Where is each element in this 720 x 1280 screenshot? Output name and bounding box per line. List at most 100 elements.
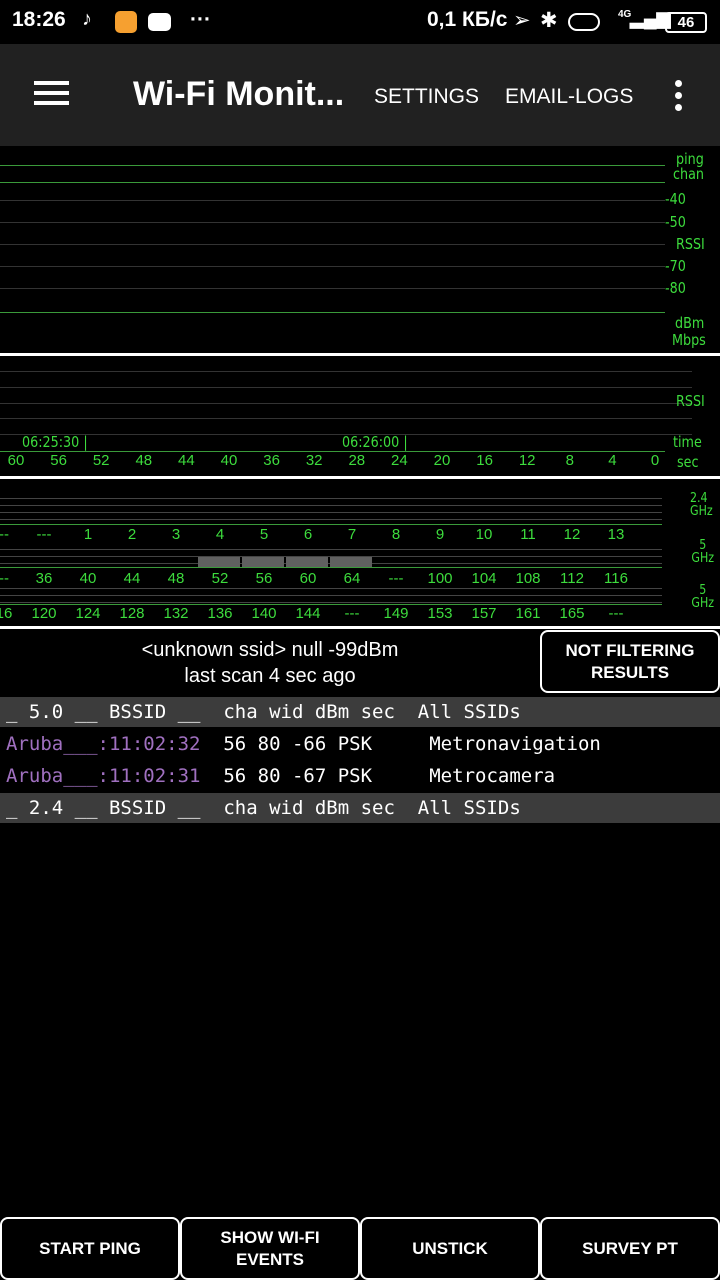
sec-tick: 24 (391, 452, 408, 469)
axis-label-m80: -80 (665, 279, 686, 297)
app-title: Wi-Fi Monit... (133, 75, 345, 113)
rssi-label: RSSI (676, 392, 705, 410)
table-header-5ghz[interactable]: _ 5.0 __ BSSID __ cha wid dBm sec All SS… (0, 697, 720, 727)
channel-label: 40 (79, 570, 97, 587)
band-label-5: 5 GHz (691, 583, 715, 611)
channel-label: --- (388, 570, 404, 587)
channel-label: 149 (383, 605, 409, 622)
dbm-label: dBm (675, 314, 705, 332)
channel-label: 10 (475, 526, 493, 543)
network-info: 56 80 -66 PSK Metronavigation (200, 733, 601, 755)
sec-tick: 20 (433, 452, 451, 469)
axis-label-m70: -70 (665, 257, 686, 275)
channel-label: 64 (343, 570, 361, 587)
mbps-label: Mbps (672, 331, 706, 349)
band-label-24: 2.4 GHz (690, 491, 713, 519)
sec-tick: 44 (178, 452, 195, 469)
channel-label: 36 (35, 570, 53, 587)
start-ping-button[interactable]: START PING (0, 1217, 180, 1280)
show-wifi-events-button[interactable]: SHOW WI-FI EVENTS (180, 1217, 360, 1280)
settings-button[interactable]: SETTINGS (374, 85, 479, 109)
channel-label: 116 (604, 570, 628, 587)
sec-tick: 60 (7, 452, 25, 469)
sec-tick: 0 (650, 452, 660, 469)
sec-tick: 52 (92, 452, 110, 469)
app-notification-icon (115, 11, 137, 33)
sec-tick: 4 (608, 452, 617, 469)
sec-tick: 56 (50, 452, 67, 469)
channel-label: 9 (435, 526, 445, 543)
location-icon: ➢ (513, 9, 531, 32)
youtube-icon (148, 13, 171, 31)
channel-label: 52 (211, 570, 229, 587)
channel-label: 104 (471, 570, 497, 587)
sec-tick: 36 (263, 452, 280, 469)
channel-label: 128 (119, 605, 145, 622)
channel-label: 144 (295, 605, 321, 622)
time-mark: 06:26:00 | (342, 433, 408, 451)
channel-label: --- (36, 526, 52, 543)
channel-label: 60 (299, 570, 317, 587)
table-row[interactable]: Aruba___:11:02:32 56 80 -66 PSK Metronav… (0, 729, 720, 759)
menu-icon[interactable] (30, 79, 74, 109)
channel-label: 6 (303, 526, 313, 543)
survey-pt-button[interactable]: SURVEY PT (540, 1217, 720, 1280)
last-scan-text: last scan 4 sec ago (184, 665, 356, 687)
email-logs-button[interactable]: EMAIL-LOGS (505, 85, 633, 109)
channel-label: 100 (427, 570, 453, 587)
channel-label: 108 (515, 570, 541, 587)
sec-tick: 40 (220, 452, 238, 469)
channel-label: 13 (607, 526, 625, 543)
more-notifications-icon: ··· (190, 8, 211, 31)
filter-button[interactable]: NOT FILTERING RESULTS (540, 630, 720, 693)
channel-label: --- (608, 605, 624, 622)
channel-label: 3 (171, 526, 181, 543)
channel-label: 48 (167, 570, 185, 587)
channel-label: 5 (259, 526, 269, 543)
rssi-label: RSSI (676, 235, 705, 253)
sec-tick: 12 (518, 452, 536, 469)
channel-label: 11 (520, 526, 536, 543)
channel-label: 44 (123, 570, 141, 587)
app-bar: Wi-Fi Monit... SETTINGS EMAIL-LOGS (0, 44, 720, 146)
channel-label: 56 (255, 570, 273, 587)
bluetooth-icon: ✱ (540, 9, 558, 32)
channel-label: -- (0, 526, 9, 543)
channel-occupancy-bar (330, 557, 372, 567)
sec-tick: 16 (476, 452, 493, 469)
bssid: Aruba___:11:02:32 (6, 733, 201, 755)
bssid: Aruba___:11:02:31 (6, 765, 201, 787)
time-mark: 06:25:30 | (22, 433, 88, 451)
channel-occupancy-bar (198, 557, 240, 567)
network-speed: 0,1 КБ/с (427, 8, 508, 31)
chan-label: chan (673, 165, 704, 183)
network-info: 56 80 -67 PSK Metrocamera (200, 765, 556, 787)
channel-label: 1 (83, 526, 93, 543)
channel-label: 8 (391, 526, 401, 543)
channel-label: 136 (207, 605, 233, 622)
sec-tick: 8 (565, 452, 574, 469)
ping-rssi-graph: ping chan -40 -50 RSSI -70 -80 dBm Mbps (0, 146, 720, 354)
table-header-24ghz[interactable]: _ 2.4 __ BSSID __ cha wid dBm sec All SS… (0, 793, 720, 823)
channel-label: 16 (0, 605, 13, 622)
unstick-button[interactable]: UNSTICK (360, 1217, 540, 1280)
divider (0, 626, 720, 629)
overflow-menu-icon[interactable] (670, 78, 690, 114)
channel-label: --- (344, 605, 360, 622)
time-label: time (673, 433, 702, 451)
channel-graph: 2.4 GHz 5 GHz 5 GHz -- --- 1 2 3 4 5 6 7 8 9 10 11 12… (0, 479, 720, 626)
channel-label: 140 (251, 605, 277, 622)
music-icon: ♪ (82, 8, 92, 30)
channel-label: 112 (560, 570, 584, 587)
battery-icon: 46 (665, 12, 707, 33)
channel-label: 4 (215, 526, 225, 543)
channel-label: 120 (31, 605, 57, 622)
toggle-icon (568, 13, 600, 31)
channel-occupancy-bar (286, 557, 328, 567)
channel-label: 153 (427, 605, 453, 622)
channel-label: 2 (127, 526, 137, 543)
channel-label: 157 (471, 605, 497, 622)
axis-label-m50: -50 (665, 213, 686, 231)
table-row[interactable]: Aruba___:11:02:31 56 80 -67 PSK Metrocam… (0, 761, 720, 791)
status-time: 18:26 (12, 8, 66, 31)
